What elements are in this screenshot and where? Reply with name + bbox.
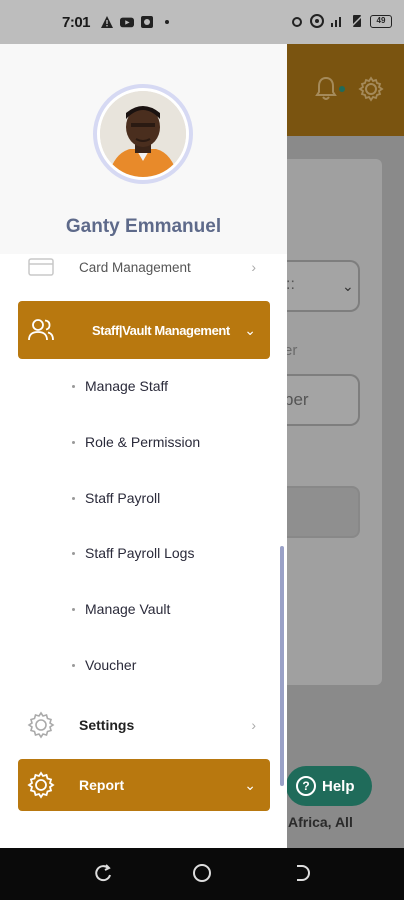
back-icon[interactable] — [290, 862, 312, 884]
background-app: :: ⌄ er ber ? Help Africa, All — [270, 44, 404, 848]
chevron-down-icon: ⌄ — [244, 321, 256, 338]
bullet-icon — [72, 384, 75, 388]
gear-icon — [27, 771, 55, 799]
profile-area: Ganty Emmanuel — [0, 44, 287, 254]
status-time: 7:01 — [62, 14, 91, 31]
menu-staff-vault-management[interactable]: Staff|Vault Management ⌄ — [18, 301, 270, 359]
profile-photo — [100, 91, 186, 177]
bullet-icon — [72, 496, 75, 500]
recent-apps-icon[interactable] — [92, 862, 114, 884]
app-notification-icon — [141, 16, 153, 28]
chevron-right-icon: › — [251, 717, 256, 733]
submenu-role-permission[interactable]: Role & Permission — [72, 434, 200, 450]
user-name: Ganty Emmanuel — [65, 216, 222, 237]
navigation-drawer: Ganty Emmanuel Card Management › Staff|V… — [0, 44, 287, 848]
help-button[interactable]: ? Help — [286, 766, 372, 806]
battery-indicator: 49 — [370, 14, 392, 28]
chevron-down-icon: ⌄ — [244, 776, 256, 793]
hotspot-icon — [310, 14, 324, 28]
bell-icon[interactable] — [314, 76, 338, 102]
users-icon — [28, 319, 54, 341]
bullet-icon — [72, 440, 75, 444]
chevron-down-icon: ⌄ — [342, 278, 354, 294]
bullet-icon — [72, 607, 75, 611]
menu-report[interactable]: Report ⌄ — [18, 759, 270, 811]
app-header — [270, 44, 404, 136]
menu-label: Card Management — [79, 259, 191, 275]
submenu-voucher[interactable]: Voucher — [72, 657, 136, 673]
submenu-staff-payroll[interactable]: Staff Payroll — [72, 490, 160, 506]
bullet-icon — [72, 663, 75, 667]
submenu-manage-vault[interactable]: Manage Vault — [72, 601, 170, 617]
system-nav-bar — [0, 848, 404, 900]
footer-text: Africa, All — [288, 814, 353, 830]
submenu-staff-payroll-logs[interactable]: Staff Payroll Logs — [72, 545, 194, 561]
menu-card-management[interactable]: Card Management › — [18, 238, 270, 296]
youtube-icon — [120, 17, 134, 28]
menu-settings[interactable]: Settings › — [18, 696, 270, 754]
notification-dot — [339, 86, 345, 92]
menu-label: Report — [79, 777, 125, 793]
submenu-manage-staff[interactable]: Manage Staff — [72, 378, 168, 394]
question-icon: ? — [296, 776, 316, 796]
warning-icon — [101, 16, 113, 28]
gear-icon — [27, 711, 55, 739]
home-icon[interactable] — [191, 862, 213, 884]
menu-label: Staff|Vault Management — [92, 322, 230, 338]
avatar[interactable] — [93, 84, 193, 184]
help-label: Help — [322, 777, 355, 795]
menu-label: Settings — [79, 717, 135, 733]
status-bar: 7:01 49 — [0, 0, 404, 44]
drawer-scrollbar[interactable] — [280, 546, 284, 786]
alarm-icon — [292, 17, 302, 27]
card-icon — [28, 258, 54, 276]
no-signal-icon — [350, 14, 364, 28]
chevron-right-icon: › — [251, 259, 256, 275]
gear-icon[interactable] — [358, 76, 384, 102]
signal-icon — [331, 17, 341, 27]
dot-icon — [165, 20, 169, 24]
bullet-icon — [72, 551, 75, 555]
